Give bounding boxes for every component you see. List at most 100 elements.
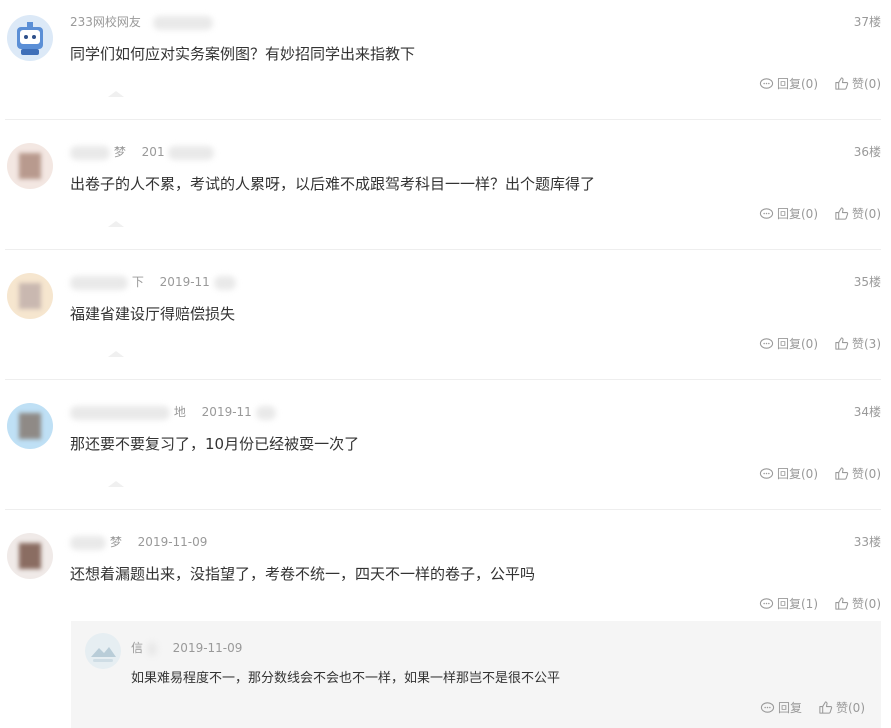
comment-meta: 信 2019-11-09	[131, 639, 242, 656]
masked-text	[70, 275, 128, 290]
reply-button[interactable]: 回复(0)	[759, 205, 818, 222]
reply-button[interactable]: 回复	[760, 699, 802, 716]
like-label: 赞(3)	[852, 337, 881, 351]
landscape-avatar-icon	[85, 633, 121, 669]
floor-number: 33楼	[853, 535, 881, 549]
reply-label: 回复(1)	[777, 597, 818, 611]
thumbs-up-icon	[835, 77, 849, 90]
username[interactable]: 信	[131, 641, 143, 655]
comment-meta: 下 2019-11	[70, 273, 236, 290]
comment-date: 201	[141, 145, 165, 159]
like-label: 赞(0)	[836, 701, 865, 715]
user-avatar[interactable]	[7, 273, 53, 319]
comment-item: 233网校网友 37楼 同学们如何应对实务案例图？有妙招同学出来指教下 回复(0…	[0, 13, 891, 119]
collapse-caret	[108, 481, 124, 487]
comment-text: 还想着漏题出来，没指望了，考卷不统一，四天不一样的卷子，公平吗	[70, 565, 536, 583]
comment-bubble-icon	[759, 468, 774, 479]
comment-text: 同学们如何应对实务案例图？有妙招同学出来指教下	[70, 45, 416, 63]
like-button[interactable]: 赞(3)	[834, 335, 881, 352]
comment-text: 福建省建设厅得赔偿损失	[70, 305, 236, 323]
like-button[interactable]: 赞(0)	[834, 205, 881, 222]
collapse-caret	[108, 351, 124, 357]
comment-bubble-icon	[759, 78, 774, 89]
comment-meta: 梦 2019-11-09	[70, 533, 207, 550]
reply-label: 回复	[777, 701, 802, 715]
masked-text	[255, 405, 276, 420]
floor-number: 36楼	[853, 145, 881, 159]
reply-label: 回复(0)	[777, 337, 818, 351]
comment-text: 出卷子的人不累，考试的人累呀，以后难不成跟驾考科目一一样？出个题库得了	[70, 175, 596, 193]
comment-meta: 233网校网友	[70, 13, 213, 30]
comment-text: 那还要不要复习了，10月份已经被耍一次了	[70, 435, 360, 453]
floor-number: 34楼	[853, 405, 881, 419]
divider	[5, 509, 881, 510]
reply-text: 如果难易程度不一，那分数线会不会也不一样，如果一样那岂不是很不公平	[131, 671, 561, 686]
comment-bubble-icon	[759, 338, 774, 349]
thumbs-up-icon	[835, 597, 849, 610]
thumbs-up-icon	[835, 207, 849, 220]
divider	[5, 379, 881, 380]
comment-actions: 回复(0) 赞(3)	[759, 335, 881, 352]
reply-button[interactable]: 回复(0)	[759, 75, 818, 92]
username[interactable]: 梦	[110, 535, 122, 549]
masked-text	[152, 15, 213, 30]
thumbs-up-icon	[835, 467, 849, 480]
reply-actions: 回复 赞(0)	[760, 699, 865, 716]
username[interactable]: 233网校网友	[70, 15, 141, 29]
like-label: 赞(0)	[852, 77, 881, 91]
comment-actions: 回复(1) 赞(0)	[759, 595, 881, 612]
reply-button[interactable]: 回复(1)	[759, 595, 818, 612]
comment-bubble-icon	[759, 598, 774, 609]
reply-button[interactable]: 回复(0)	[759, 335, 818, 352]
like-button[interactable]: 赞(0)	[834, 465, 881, 482]
comment-bubble-icon	[760, 702, 775, 713]
comment-item: 梦 2019-11-09 33楼 还想着漏题出来，没指望了，考卷不统一，四天不一…	[0, 533, 891, 619]
masked-text	[213, 275, 236, 290]
username[interactable]: 地	[174, 405, 186, 419]
nested-reply: 信 2019-11-09 如果难易程度不一，那分数线会不会也不一样，如果一样那岂…	[71, 621, 881, 728]
comment-bubble-icon	[759, 208, 774, 219]
masked-text	[70, 405, 170, 420]
masked-text	[168, 145, 215, 160]
like-button[interactable]: 赞(0)	[834, 75, 881, 92]
masked-text	[70, 145, 110, 160]
masked-text	[70, 535, 106, 550]
reply-label: 回复(0)	[777, 77, 818, 91]
like-button[interactable]: 赞(0)	[818, 699, 865, 716]
like-label: 赞(0)	[852, 467, 881, 481]
comment-meta: 梦 201	[70, 143, 215, 160]
like-label: 赞(0)	[852, 597, 881, 611]
reply-label: 回复(0)	[777, 207, 818, 221]
comment-actions: 回复(0) 赞(0)	[759, 465, 881, 482]
comment-item: 梦 201 36楼 出卷子的人不累，考试的人累呀，以后难不成跟驾考科目一一样？出…	[0, 143, 891, 249]
comment-actions: 回复(0) 赞(0)	[759, 205, 881, 222]
like-button[interactable]: 赞(0)	[834, 595, 881, 612]
thumbs-up-icon	[835, 337, 849, 350]
user-avatar[interactable]	[85, 633, 121, 669]
comment-item: 地 2019-11 34楼 那还要不要复习了，10月份已经被耍一次了 回复(0)…	[0, 403, 891, 509]
reply-label: 回复(0)	[777, 467, 818, 481]
username[interactable]: 梦	[114, 145, 126, 159]
comment-date: 2019-11-09	[137, 535, 208, 549]
masked-text	[146, 641, 157, 656]
reply-button[interactable]: 回复(0)	[759, 465, 818, 482]
user-avatar[interactable]	[7, 15, 53, 61]
user-avatar[interactable]	[7, 533, 53, 579]
floor-number: 35楼	[853, 275, 881, 289]
collapse-caret	[108, 91, 124, 97]
floor-number: 37楼	[853, 15, 881, 29]
thumbs-up-icon	[819, 701, 833, 714]
user-avatar[interactable]	[7, 403, 53, 449]
username[interactable]: 下	[132, 275, 144, 289]
robot-mascot-icon	[17, 22, 43, 55]
comment-meta: 地 2019-11	[70, 403, 276, 420]
divider	[5, 249, 881, 250]
like-label: 赞(0)	[852, 207, 881, 221]
comment-item: 下 2019-11 35楼 福建省建设厅得赔偿损失 回复(0) 赞(3)	[0, 273, 891, 379]
divider	[5, 119, 881, 120]
comment-date: 2019-11-09	[172, 641, 243, 655]
user-avatar[interactable]	[7, 143, 53, 189]
comment-date: 2019-11	[201, 405, 252, 419]
comment-actions: 回复(0) 赞(0)	[759, 75, 881, 92]
comment-date: 2019-11	[159, 275, 210, 289]
